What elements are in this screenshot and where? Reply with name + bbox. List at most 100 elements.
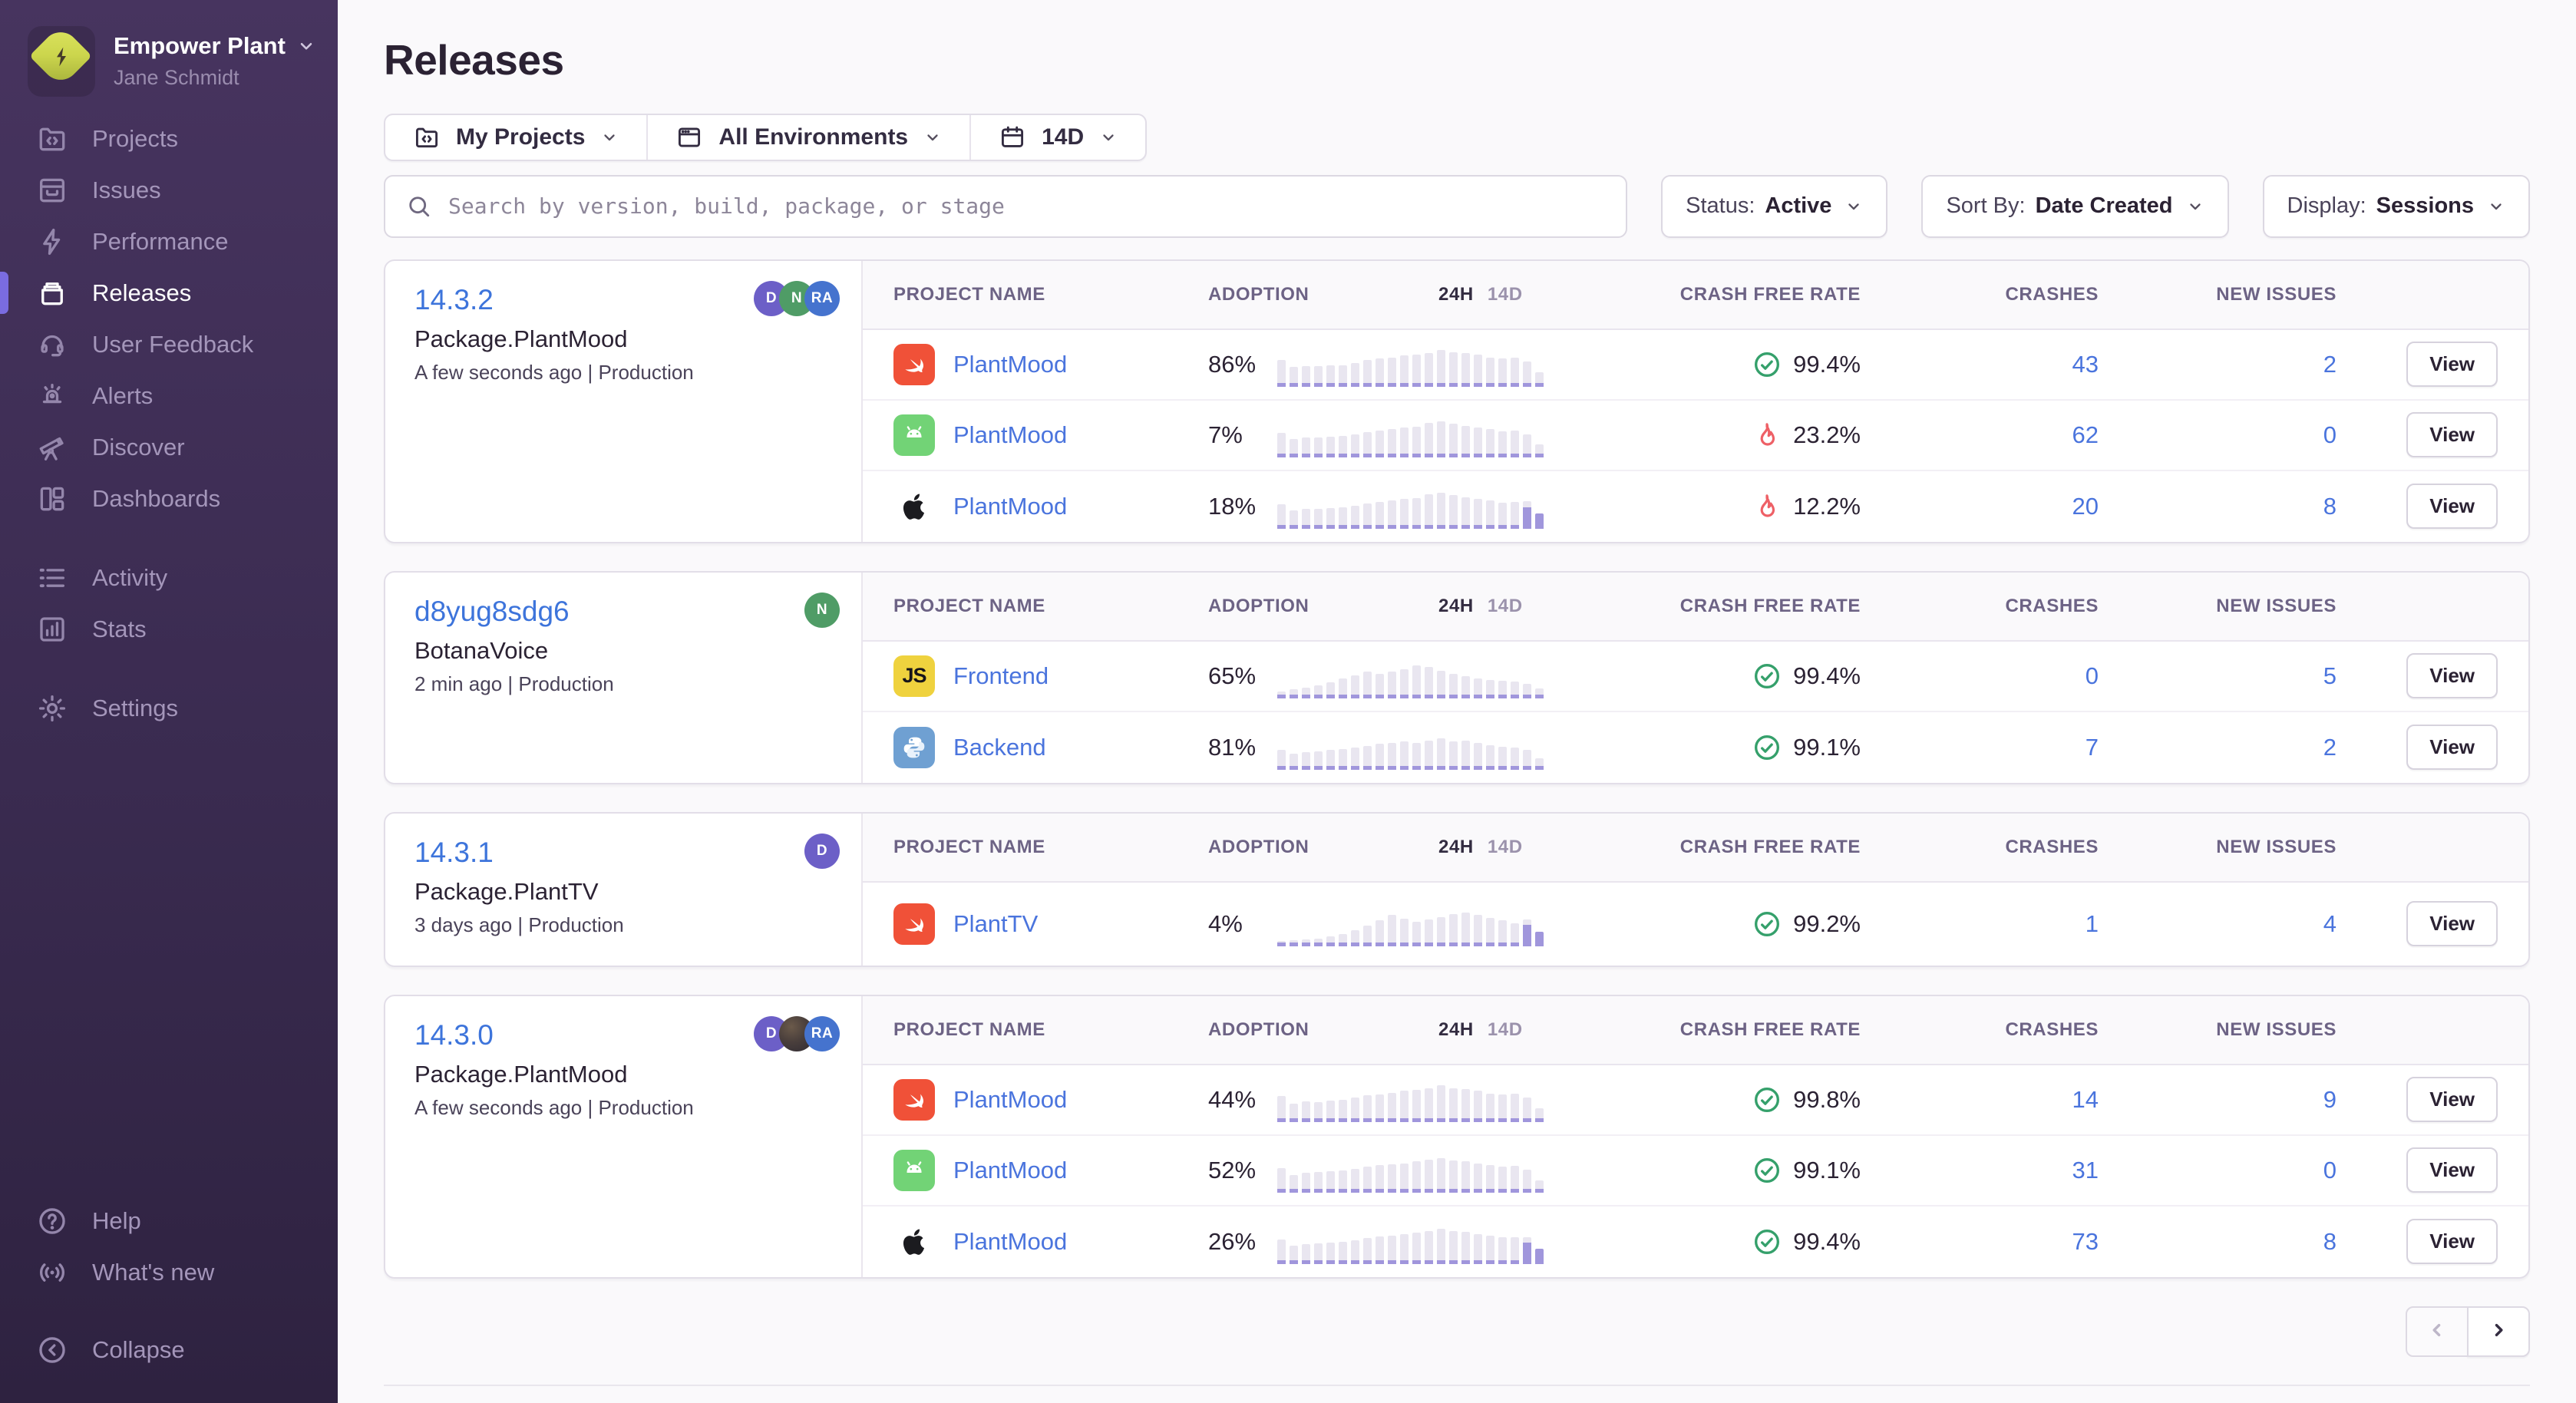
new-issues-count-link[interactable]: 0 [2114,1157,2352,1184]
sidebar-item-issues[interactable]: Issues [0,164,338,216]
spark-range-24h-toggle[interactable]: 24H [1438,837,1474,858]
new-issues-count-link[interactable]: 0 [2114,421,2352,449]
release-meta: 2 min ago | Production [414,672,835,696]
release-projects-table: PROJECT NAMEADOPTION24H14DCRASH FREE RAT… [863,573,2528,783]
spark-range-24h-toggle[interactable]: 24H [1438,284,1474,305]
column-header-adoption: ADOPTION [1208,284,1362,305]
new-issues-count-link[interactable]: 9 [2114,1086,2352,1114]
sidebar-item-projects[interactable]: Projects [0,113,338,164]
project-link[interactable]: Backend [953,734,1046,761]
project-cell: Backend [863,727,1208,768]
project-link[interactable]: Frontend [953,662,1049,690]
sidebar-item-label: Discover [92,434,185,461]
release-project-row: PlantMood26%99.4%738View [863,1207,2528,1277]
sidebar-item-label: Activity [92,564,167,592]
view-button[interactable]: View [2406,653,2498,698]
search-input[interactable] [448,193,1606,219]
project-link[interactable]: PlantMood [953,493,1067,520]
crashes-count-link[interactable]: 31 [1876,1157,2114,1184]
sidebar-item-stats[interactable]: Stats [0,603,338,655]
crashes-count-link[interactable]: 43 [1876,351,2114,378]
pagination-next-button[interactable] [2467,1306,2530,1357]
sidebar-item-label: Issues [92,177,161,204]
sidebar-item-discover[interactable]: Discover [0,421,338,473]
sidebar-item-label: Collapse [92,1336,185,1364]
search-row: Status: Active Sort By: Date Created Dis… [384,175,2530,238]
sidebar-item-alerts[interactable]: Alerts [0,370,338,421]
release-version-link[interactable]: d8yug8sdg6 [414,596,570,628]
projects-filter[interactable]: My Projects [385,115,648,160]
pagination-prev-button[interactable] [2406,1306,2469,1357]
release-card-summary: 14.3.0Package.PlantMoodA few seconds ago… [385,996,863,1277]
project-link[interactable]: PlantTV [953,910,1038,938]
view-button[interactable]: View [2406,484,2498,529]
sidebar-item-releases[interactable]: Releases [0,267,338,319]
issues-icon [35,173,69,207]
release-project-row: PlantMood7%23.2%620View [863,401,2528,471]
spark-range-14d-toggle[interactable]: 14D [1488,1019,1523,1041]
spark-range-14d-toggle[interactable]: 14D [1488,596,1523,617]
view-button[interactable]: View [2406,1219,2498,1264]
sidebar-item-collapse[interactable]: Collapse [0,1324,338,1375]
crashes-count-link[interactable]: 14 [1876,1086,2114,1114]
sidebar-item-performance[interactable]: Performance [0,216,338,267]
new-issues-count-link[interactable]: 8 [2114,493,2352,520]
view-button[interactable]: View [2406,412,2498,457]
sidebar-item-whats-new[interactable]: What's new [0,1246,338,1298]
view-button[interactable]: View [2406,901,2498,946]
pagination [384,1306,2530,1357]
project-link[interactable]: PlantMood [953,351,1067,378]
view-button[interactable]: View [2406,342,2498,387]
new-issues-count-link[interactable]: 2 [2114,734,2352,761]
new-issues-count-link[interactable]: 8 [2114,1228,2352,1256]
project-link[interactable]: PlantMood [953,421,1067,449]
spark-range-24h-toggle[interactable]: 24H [1438,596,1474,617]
release-version-link[interactable]: 14.3.1 [414,837,494,869]
swift-platform-icon [893,344,935,385]
column-header-spark-range: 24H 14D [1362,837,1653,858]
org-switcher[interactable]: Empower Plant Jane Schmidt [0,21,338,90]
spark-range-24h-toggle[interactable]: 24H [1438,1019,1474,1041]
sort-by-filter-button[interactable]: Sort By: Date Created [1921,175,2228,238]
project-cell: PlantMood [863,486,1208,527]
sidebar-item-label: User Feedback [92,331,253,358]
adoption-cell: 52% [1208,1148,1653,1193]
view-button[interactable]: View [2406,725,2498,770]
release-package-name: BotanaVoice [414,637,835,665]
release-version-link[interactable]: 14.3.0 [414,1019,494,1051]
sidebar-item-label: Help [92,1207,141,1235]
display-filter-button[interactable]: Display: Sessions [2263,175,2531,238]
project-link[interactable]: PlantMood [953,1157,1067,1184]
crashes-count-link[interactable]: 0 [1876,662,2114,690]
crashes-count-link[interactable]: 1 [1876,910,2114,938]
view-button[interactable]: View [2406,1077,2498,1122]
date-range-filter[interactable]: 14D [971,115,1145,160]
project-link[interactable]: PlantMood [953,1228,1067,1256]
spark-range-14d-toggle[interactable]: 14D [1488,284,1523,305]
release-avatars: DRA [754,1016,840,1051]
status-filter-button[interactable]: Status: Active [1661,175,1887,238]
sidebar-item-help[interactable]: Help [0,1195,338,1246]
status-filter-label: Status: [1686,193,1755,219]
crashes-count-link[interactable]: 62 [1876,421,2114,449]
new-issues-count-link[interactable]: 5 [2114,662,2352,690]
folder-code-icon [413,124,441,151]
sidebar-item-dashboards[interactable]: Dashboards [0,473,338,524]
project-link[interactable]: PlantMood [953,1086,1067,1114]
crashes-count-link[interactable]: 7 [1876,734,2114,761]
sidebar-item-user-feedback[interactable]: User Feedback [0,319,338,370]
sidebar-item-settings[interactable]: Settings [0,682,338,734]
release-version-link[interactable]: 14.3.2 [414,284,494,316]
status-filter-value: Active [1765,193,1831,219]
spark-range-14d-toggle[interactable]: 14D [1488,837,1523,858]
sidebar-item-activity[interactable]: Activity [0,552,338,603]
new-issues-count-link[interactable]: 4 [2114,910,2352,938]
new-issues-count-link[interactable]: 2 [2114,351,2352,378]
adoption-percentage: 65% [1208,662,1277,690]
crashes-count-link[interactable]: 73 [1876,1228,2114,1256]
view-button[interactable]: View [2406,1147,2498,1193]
environment-filter[interactable]: All Environments [648,115,971,160]
crashes-count-link[interactable]: 20 [1876,493,2114,520]
avatar: N [804,593,840,628]
check-circle-icon [1752,909,1782,939]
